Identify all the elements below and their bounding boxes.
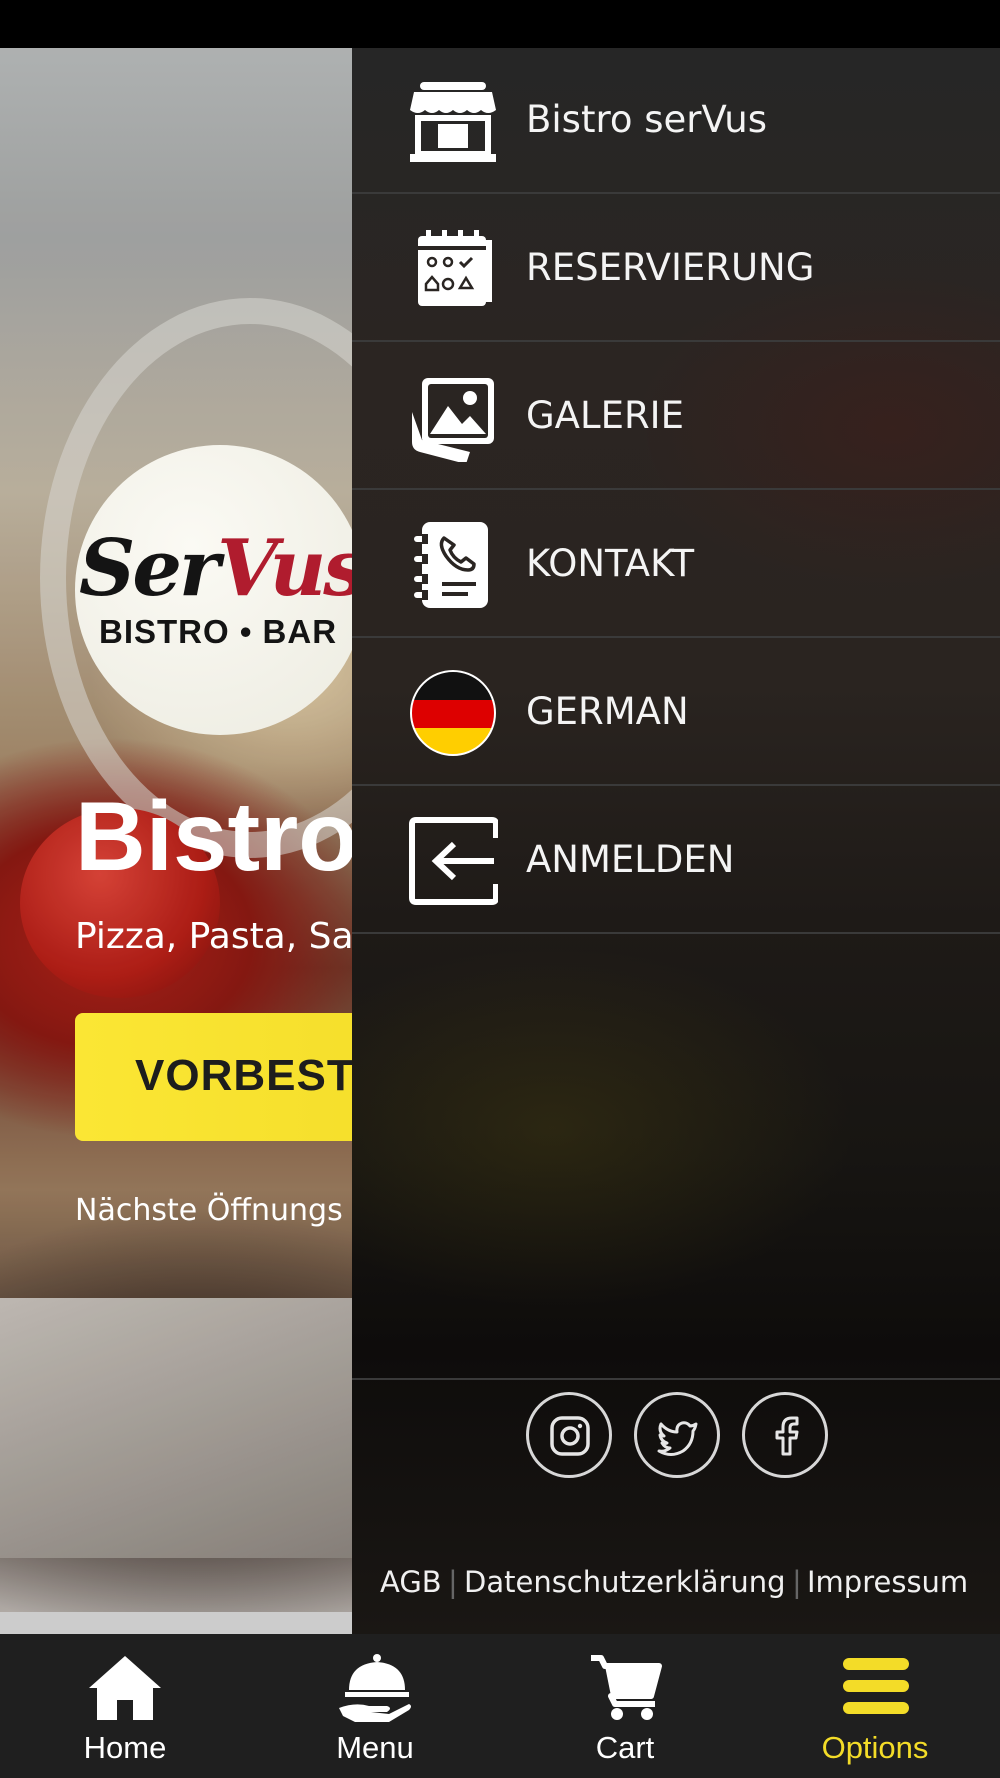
drawer-item-language[interactable]: GERMAN bbox=[352, 640, 1000, 786]
drawer-item-login[interactable]: ANMELDEN bbox=[352, 788, 1000, 934]
drawer-item-label: Bistro serVus bbox=[526, 98, 768, 141]
tab-label: Menu bbox=[336, 1730, 414, 1765]
logo-subtext: BISTRO • BAR bbox=[99, 613, 338, 650]
status-bar bbox=[0, 0, 1000, 48]
drawer-item-label: RESERVIERUNG bbox=[526, 246, 815, 289]
drawer-item-label: KONTAKT bbox=[526, 542, 695, 585]
twitter-button[interactable] bbox=[634, 1392, 720, 1478]
cloche-icon bbox=[339, 1654, 411, 1722]
cart-icon bbox=[591, 1655, 662, 1720]
drawer-item-label: ANMELDEN bbox=[526, 838, 735, 881]
login-icon bbox=[409, 817, 498, 905]
instagram-button[interactable] bbox=[526, 1392, 612, 1478]
tab-menu[interactable]: Menu bbox=[250, 1634, 500, 1778]
opening-hours-note: Nächste Öffnungs bbox=[75, 1193, 343, 1228]
bottom-tab-bar: Home Menu Cart Options bbox=[0, 1634, 1000, 1778]
calendar-icon bbox=[418, 230, 492, 306]
contact-book-icon bbox=[414, 522, 488, 608]
divider bbox=[352, 1378, 1000, 1380]
tab-home[interactable]: Home bbox=[0, 1634, 250, 1778]
agb-link[interactable]: AGB bbox=[380, 1565, 442, 1599]
drawer-item-contact[interactable]: KONTAKT bbox=[352, 492, 1000, 638]
tab-label: Home bbox=[83, 1730, 167, 1765]
legal-links: AGB | Datenschutzerklärung | Impressum bbox=[380, 1565, 969, 1599]
tab-label: Cart bbox=[595, 1730, 655, 1765]
facebook-button[interactable] bbox=[742, 1392, 828, 1478]
logo-script: SerVus bbox=[79, 523, 365, 614]
german-flag-icon bbox=[410, 670, 496, 756]
drawer-item-label: GERMAN bbox=[526, 690, 689, 733]
home-icon bbox=[89, 1656, 161, 1720]
instagram-icon bbox=[550, 1416, 590, 1456]
gallery-icon bbox=[412, 378, 494, 462]
hamburger-icon bbox=[843, 1658, 909, 1714]
drawer-item-label: GALERIE bbox=[526, 394, 684, 437]
tab-label: Options bbox=[821, 1730, 929, 1765]
tab-cart[interactable]: Cart bbox=[500, 1634, 750, 1778]
drawer-item-bistro[interactable]: Bistro serVus bbox=[352, 48, 1000, 194]
privacy-link[interactable]: Datenschutzerklärung bbox=[464, 1565, 786, 1599]
restaurant-subtitle: Pizza, Pasta, Sa bbox=[75, 916, 354, 957]
preorder-button-label: VORBESTE bbox=[135, 1051, 386, 1100]
drawer-item-reservation[interactable]: RESERVIERUNG bbox=[352, 196, 1000, 342]
twitter-icon bbox=[657, 1421, 698, 1456]
tab-options[interactable]: Options bbox=[750, 1634, 1000, 1778]
store-icon bbox=[410, 82, 496, 162]
restaurant-logo: SerVus BISTRO • BAR bbox=[75, 445, 365, 735]
imprint-link[interactable]: Impressum bbox=[807, 1565, 968, 1599]
restaurant-title: Bistro bbox=[75, 781, 359, 891]
facebook-icon bbox=[775, 1416, 799, 1456]
side-drawer: Bistro serVus RESERVIERUNG GALERIE KONTA… bbox=[352, 48, 1000, 1634]
drawer-item-gallery[interactable]: GALERIE bbox=[352, 344, 1000, 490]
